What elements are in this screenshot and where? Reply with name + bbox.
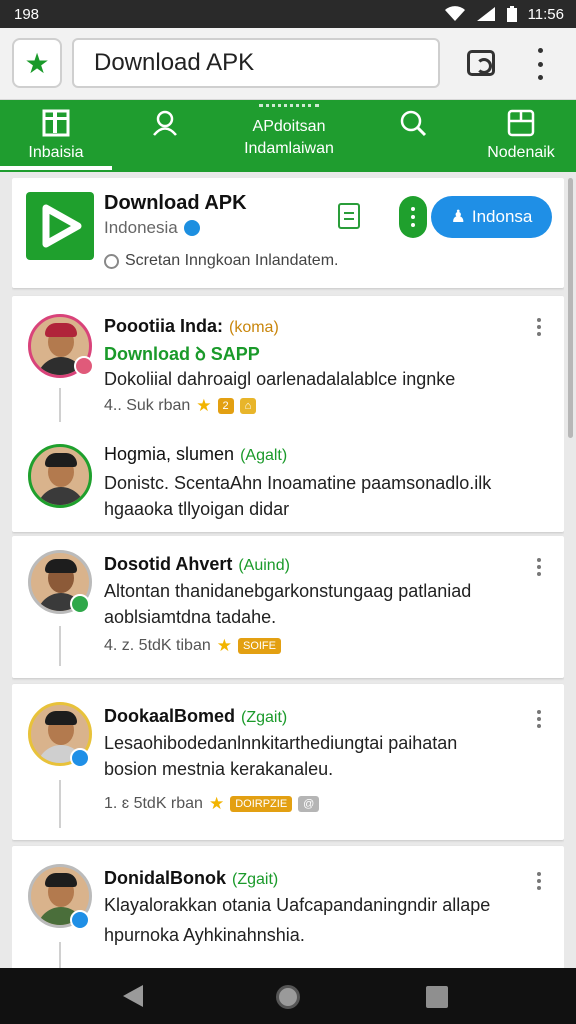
bookmark-star-button[interactable]: ★ (12, 38, 62, 88)
app-subtitle-text: Indonesia (104, 218, 178, 237)
thread-line (59, 942, 61, 968)
post-meta: 4. z. 5tdK tiban ★ SOIFE (104, 636, 281, 656)
recents-icon[interactable] (426, 986, 448, 1008)
post-text-2: hpurnoka Ayhkinahnshia. (104, 925, 305, 945)
details-icon[interactable] (338, 203, 360, 229)
post-text-2: aoblsiamtdna tadahe. (104, 607, 277, 627)
thread-line (59, 388, 61, 422)
post-text: Klayalorakkan otania Uafcapandaningndir … (104, 895, 491, 915)
home-button-icon[interactable] (276, 985, 300, 1009)
post-menu-icon[interactable] (536, 318, 542, 336)
star-icon: ★ (24, 47, 50, 79)
clock-icon (104, 253, 119, 269)
verified-badge-icon (70, 594, 90, 614)
install-label: Indonsa (471, 207, 533, 226)
tab-notes[interactable]: Nodenaik (466, 100, 576, 172)
info-icon: @ (298, 796, 320, 812)
app-meta: Scretan Inngkoan Inlandatem. (104, 252, 338, 270)
avatar[interactable] (28, 444, 92, 508)
verified-badge-icon (70, 748, 90, 768)
rank-badge-icon: DOIRPZIE (230, 796, 293, 812)
post-text: Lesaohibodedanlnnkitarthediungtai paihat… (104, 733, 458, 753)
author-tag: (Zgait) (232, 871, 279, 888)
tab-app-info-label-2: Indamlaiwan (244, 140, 334, 157)
home-icon (42, 109, 70, 137)
post-text: Donistc. ScentaAhn Inoamatine paamsonadl… (104, 473, 492, 493)
tab-home-label: Inbaisia (28, 144, 84, 161)
tab-home[interactable]: Inbaisia (0, 100, 112, 172)
profile-icon (153, 110, 177, 136)
url-text: Download APK (94, 49, 255, 76)
tab-app-info-label-1: APdoitsan (252, 118, 326, 135)
url-field[interactable]: Download APK (72, 38, 440, 88)
tab-search[interactable] (368, 100, 458, 172)
app-nav-tabs: Inbaisia APdoitsan Indamlaiwan Nodenaik (0, 100, 576, 172)
post-menu-icon[interactable] (536, 558, 542, 576)
thread-line (59, 780, 61, 828)
rank-badge-icon: 2 (217, 398, 234, 414)
app-subtitle: Indonesia (104, 218, 200, 238)
post-menu-icon[interactable] (536, 872, 542, 890)
author-tag: (koma) (229, 319, 279, 336)
reaction-badge-icon (74, 356, 94, 376)
search-icon (400, 110, 427, 137)
tab-profile[interactable] (120, 100, 210, 172)
post-text: Altontan thanidanebgarkonstungaag patlan… (104, 581, 472, 601)
post-author[interactable]: Poootiia Inda: (koma) (104, 316, 279, 337)
battery-icon (506, 6, 517, 22)
post-author[interactable]: Hogmia, slumen (Agalt) (104, 444, 287, 465)
feed[interactable]: Download APK Indonesia Scretan Inngkoan … (12, 178, 564, 968)
star-icon: ★ (216, 636, 232, 655)
post-card: DookaalBomed (Zgait) Lesaohibodedanlnnkit… (12, 684, 564, 840)
post-author[interactable]: Dosotid Ahvert (Auind) (104, 554, 290, 575)
install-button[interactable]: ♟ Indonsa (431, 196, 552, 238)
lock-icon: ⌂ (239, 398, 257, 414)
post-card: Dosotid Ahvert (Auind) Altontan thanidane… (12, 536, 564, 678)
post-meta: 1. ɛ 5tdK rban ★ DOIRPZIE @ (104, 794, 320, 814)
author-tag: (Auind) (238, 557, 290, 574)
scrollbar[interactable] (568, 178, 573, 438)
post-author[interactable]: DonidalBonok (Zgait) (104, 868, 278, 889)
app-title: Download APK (104, 192, 247, 214)
post-text: Dokoliial dahroaigl oarlenadalalablce in… (104, 369, 456, 389)
tab-notes-label: Nodenaik (487, 144, 555, 161)
status-time: 11:56 (527, 5, 564, 23)
app-header-card: Download APK Indonesia Scretan Inngkoan … (12, 178, 564, 288)
person-icon: ♟ (450, 207, 466, 226)
thread-line (59, 626, 61, 666)
post-card: Poootiia Inda: (koma) Download ꝺ SAPP Dok… (12, 296, 564, 532)
app-meta-text: Scretan Inngkoan Inlandatem. (125, 252, 339, 269)
app-more-button[interactable] (399, 196, 427, 238)
status-bar: 198 11:56 (0, 0, 576, 28)
notes-icon (507, 109, 535, 137)
post-author[interactable]: DookaalBomed (Zgait) (104, 706, 287, 727)
star-icon: ★ (196, 396, 212, 415)
tab-switcher-icon[interactable] (467, 50, 495, 76)
verified-badge-icon (70, 910, 90, 930)
wifi-icon (444, 6, 465, 21)
star-icon: ★ (208, 794, 225, 813)
verified-icon (183, 220, 200, 236)
post-menu-icon[interactable] (536, 710, 542, 728)
back-icon[interactable] (123, 985, 143, 1007)
post-meta: 4.⁠. Suk rban ★ 2 ⌂ (104, 396, 257, 416)
rank-badge-icon: SOIFE (237, 638, 281, 654)
post-text-2: hgaaoka tllyoigan didar (104, 499, 290, 519)
menu-icon[interactable] (532, 48, 548, 80)
play-logo-icon (26, 192, 94, 260)
post-text-2: bosion mestnia kerakanaleu. (104, 759, 334, 779)
author-tag: (Zgait) (241, 709, 288, 726)
post-card: DonidalBonok (Zgait) Klayalorakkan otania… (12, 846, 564, 968)
post-subtitle[interactable]: Download ꝺ SAPP (104, 342, 260, 366)
tab-decoration (259, 104, 319, 114)
browser-toolbar: ★ Download APK (0, 28, 576, 100)
status-left-text: 198 (14, 5, 40, 23)
author-tag: (Agalt) (240, 447, 288, 464)
signal-icon (476, 7, 495, 21)
system-nav-bar (0, 968, 576, 1024)
tab-app-info[interactable]: APdoitsan Indamlaiwan (214, 100, 364, 172)
active-tab-indicator (0, 166, 112, 170)
